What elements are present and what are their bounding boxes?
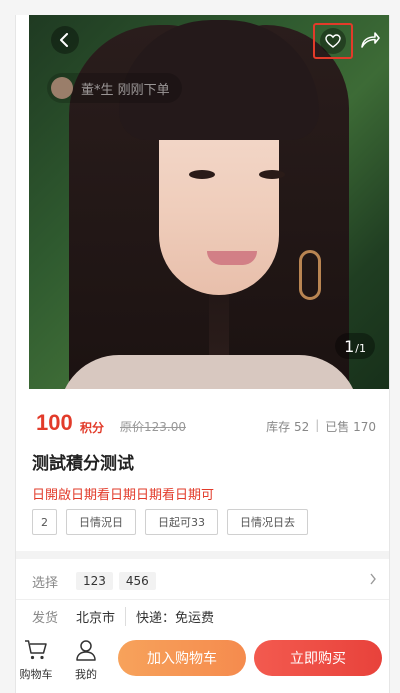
buy-now-button[interactable]: 立即购买 bbox=[254, 640, 382, 676]
section-divider bbox=[16, 551, 389, 559]
tag: 日起可33 bbox=[145, 509, 218, 535]
price-unit: 积分 bbox=[80, 421, 105, 435]
shipping-city: 北京市 bbox=[76, 606, 127, 626]
spec-option: 456 bbox=[118, 572, 156, 590]
favorite-button-bg bbox=[320, 28, 346, 54]
chevron-right-icon bbox=[370, 573, 376, 585]
price-row: 100 积分 原价123.00 库存 52 | 已售 170 bbox=[36, 410, 376, 438]
original-price: 原价123.00 bbox=[120, 420, 186, 434]
buyer-notice-text: 董*生 刚刚下单 bbox=[81, 82, 170, 98]
bottom-action-bar: 购物车 我的 加入购物车 立即购买 bbox=[16, 632, 389, 693]
cart-nav-button[interactable]: 购物车 bbox=[18, 639, 54, 682]
cart-icon bbox=[25, 640, 47, 660]
image-pager: 1 /1 bbox=[335, 333, 375, 359]
mine-nav-label: 我的 bbox=[75, 668, 97, 681]
user-icon bbox=[76, 640, 96, 661]
product-tags: 2 日情況日 日起可33 日情况日去 bbox=[32, 509, 308, 535]
heart-outline-icon bbox=[325, 34, 341, 48]
tag: 2 bbox=[32, 509, 57, 535]
buyer-avatar bbox=[51, 77, 73, 99]
pager-current: 1 bbox=[344, 337, 355, 356]
product-subtitle: 日開啟日期看日期日期看日期可 bbox=[32, 488, 215, 503]
photo-eye-right bbox=[259, 170, 285, 179]
mine-nav-button[interactable]: 我的 bbox=[68, 639, 104, 682]
stock-count: 库存 52 bbox=[266, 420, 310, 434]
photo-shoulder bbox=[59, 355, 359, 389]
product-image[interactable]: 董*生 刚刚下单 1 /1 bbox=[29, 15, 389, 389]
add-to-cart-button[interactable]: 加入购物车 bbox=[118, 640, 246, 676]
row-divider bbox=[16, 599, 389, 600]
tag: 日情况日去 bbox=[227, 509, 308, 535]
pager-total: /1 bbox=[355, 342, 366, 355]
product-title: 测試積分测试 bbox=[32, 454, 134, 474]
product-detail-page: 董*生 刚刚下单 1 /1 100 积分 原价123.00 库存 52 | 已售… bbox=[15, 15, 390, 693]
back-button[interactable] bbox=[51, 26, 79, 54]
photo-lips bbox=[207, 251, 257, 265]
stock-info: 库存 52 | 已售 170 bbox=[266, 418, 376, 435]
favorite-button[interactable] bbox=[313, 23, 353, 59]
share-arrow-icon bbox=[361, 32, 380, 48]
stock-separator: | bbox=[315, 418, 320, 432]
sold-count: 已售 170 bbox=[325, 420, 376, 434]
share-button[interactable] bbox=[356, 26, 384, 54]
select-label: 选择 bbox=[32, 575, 59, 591]
shipping-label: 发货 bbox=[32, 610, 59, 626]
shipping-fee: 快递：免运费 bbox=[136, 610, 215, 626]
buyer-notice: 董*生 刚刚下单 bbox=[47, 73, 182, 103]
shipping-row: 发货 北京市 快递：免运费 bbox=[32, 603, 214, 629]
chevron-left-icon bbox=[60, 33, 68, 47]
price-value: 100 bbox=[36, 410, 73, 435]
spec-option: 123 bbox=[76, 572, 113, 590]
cart-nav-label: 购物车 bbox=[19, 668, 53, 681]
spec-select-row[interactable]: 选择 123 456 bbox=[32, 568, 377, 594]
photo-earring bbox=[299, 250, 321, 300]
photo-eye-left bbox=[189, 170, 215, 179]
tag: 日情況日 bbox=[66, 509, 136, 535]
